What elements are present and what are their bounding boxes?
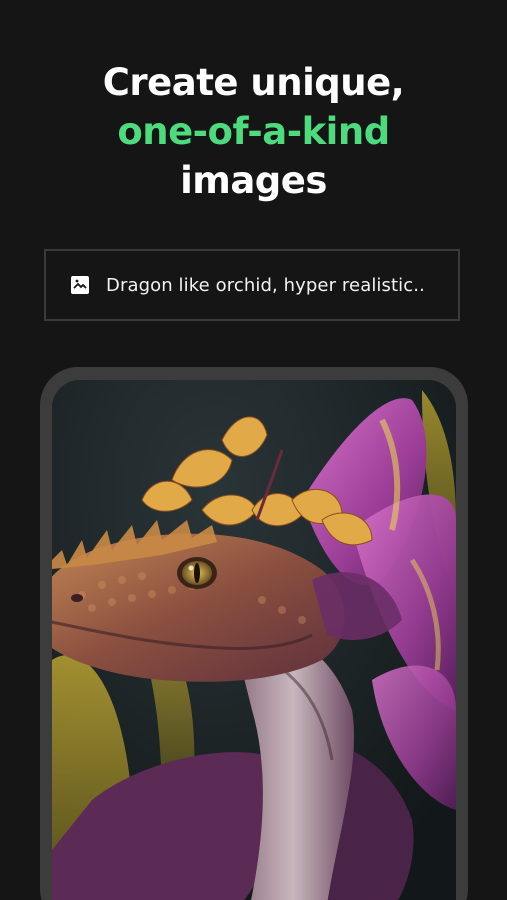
headline: Create unique, one-of-a-kind images	[0, 58, 507, 205]
headline-line-1: Create unique,	[102, 61, 405, 104]
headline-line-3: images	[180, 159, 327, 202]
headline-accent-line: one-of-a-kind	[117, 110, 390, 153]
image-icon	[70, 275, 90, 295]
prompt-example-box: Dragon like orchid, hyper realistic..	[44, 249, 460, 321]
phone-mockup-frame	[40, 367, 468, 900]
dragon-orchid-image	[52, 380, 456, 900]
prompt-text: Dragon like orchid, hyper realistic..	[106, 274, 425, 296]
